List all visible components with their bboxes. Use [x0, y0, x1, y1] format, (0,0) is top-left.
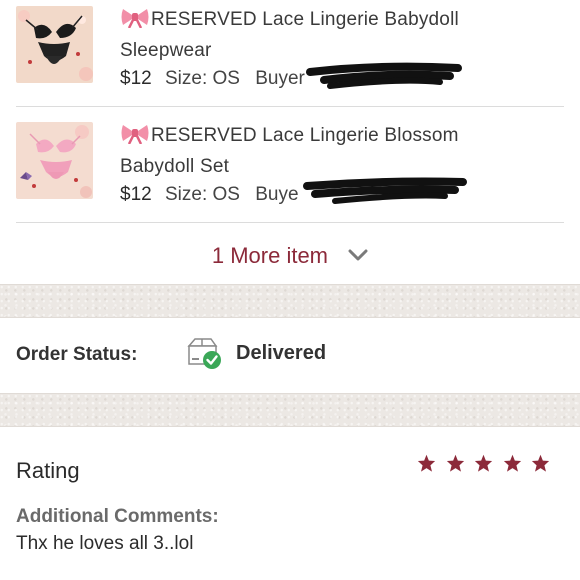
item-size: Size: OS — [164, 68, 240, 89]
black-lace-lingerie-photo — [16, 6, 93, 83]
item-price: $12 — [120, 68, 152, 89]
divider — [16, 106, 564, 107]
more-items-label: 1 More item — [211, 243, 329, 268]
order-item[interactable]: RESERVED Lace Lingerie Blossom Babydoll … — [0, 116, 580, 232]
star-rating — [412, 454, 550, 477]
item-title-continued[interactable]: Babydoll Set — [120, 156, 229, 177]
redaction-mark — [303, 177, 467, 204]
more-items-button[interactable]: 1 More item — [0, 236, 580, 276]
star-icon — [503, 454, 522, 477]
item-size: Size: OS — [164, 184, 240, 205]
order-status-row: Order Status: Delivered — [0, 318, 580, 393]
divider — [16, 222, 564, 223]
order-status-label: Order Status: — [16, 344, 138, 365]
item-buyer: Buye — [255, 184, 299, 205]
star-icon — [446, 454, 465, 477]
item-title[interactable]: RESERVED Lace Lingerie Babydoll — [151, 9, 459, 30]
item-thumbnail[interactable] — [16, 6, 93, 83]
item-price: $12 — [120, 184, 152, 205]
star-icon — [531, 454, 550, 477]
rating-title: Rating — [16, 458, 80, 483]
chevron-down-icon — [348, 235, 368, 275]
comments-label: Additional Comments: — [16, 506, 219, 527]
star-icon — [417, 454, 436, 477]
order-status-value: Delivered — [236, 342, 327, 364]
order-item[interactable]: RESERVED Lace Lingerie Babydoll Sleepwea… — [0, 0, 580, 116]
section-separator — [0, 284, 580, 318]
item-title[interactable]: RESERVED Lace Lingerie Blossom — [151, 125, 459, 146]
comments-text: Thx he loves all 3..lol — [16, 533, 194, 554]
item-title-continued[interactable]: Sleepwear — [120, 40, 212, 61]
item-buyer: Buyer — [255, 68, 305, 89]
redaction-mark — [306, 62, 462, 89]
item-thumbnail[interactable] — [16, 122, 93, 199]
star-icon — [474, 454, 493, 477]
pink-lace-lingerie-photo — [16, 122, 93, 199]
section-separator — [0, 393, 580, 427]
bow-icon — [120, 122, 150, 153]
box-delivered-check-icon — [186, 336, 224, 370]
bow-icon — [120, 6, 150, 37]
rating-section: Rating Additional Comments: Thx he loves… — [0, 426, 580, 580]
